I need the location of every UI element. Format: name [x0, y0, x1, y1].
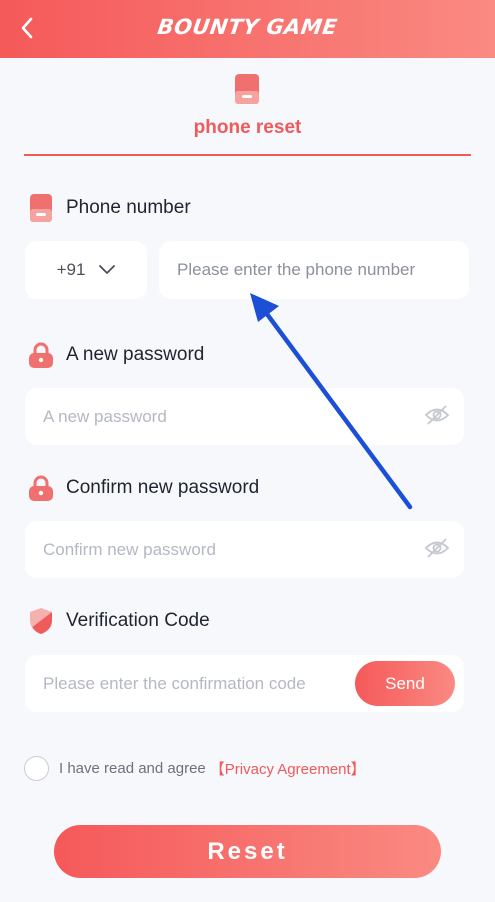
tab-underline [24, 154, 471, 156]
confirm-password-input[interactable] [43, 521, 408, 578]
app-header: BOUNTY GAME [0, 0, 495, 58]
reset-button[interactable]: Reset [54, 825, 441, 878]
app-logo: BOUNTY GAME [156, 15, 339, 39]
send-code-button[interactable]: Send [355, 661, 455, 706]
agree-checkbox[interactable] [24, 756, 49, 781]
country-code-select[interactable]: +91 [25, 241, 147, 299]
confirm-password-field[interactable] [25, 521, 464, 578]
phone-icon [235, 74, 259, 104]
tab-label: phone reset [193, 117, 302, 138]
shield-icon [30, 608, 52, 634]
confirm-password-label: Confirm new password [66, 477, 260, 498]
phone-icon [30, 194, 52, 222]
verification-label: Verification Code [66, 610, 210, 631]
lock-icon [29, 342, 53, 368]
tab-phone-reset[interactable]: phone reset [24, 70, 471, 156]
agreement-row: I have read and agree 【Privacy Agreement… [24, 756, 366, 781]
privacy-agreement-link[interactable]: 【Privacy Agreement】 [210, 758, 366, 779]
new-password-label-row: A new password [28, 342, 204, 368]
verification-label-row: Verification Code [28, 608, 210, 634]
verification-code-field[interactable]: Send [25, 655, 464, 712]
eye-hidden-icon[interactable] [424, 404, 450, 426]
phone-number-field[interactable] [159, 241, 469, 299]
phone-number-label: Phone number [66, 197, 191, 218]
lock-icon [29, 475, 53, 501]
phone-number-label-row: Phone number [28, 194, 191, 222]
new-password-field[interactable] [25, 388, 464, 445]
verification-code-input[interactable] [43, 655, 344, 712]
eye-hidden-icon[interactable] [424, 537, 450, 559]
chevron-down-icon [99, 265, 116, 274]
agreement-text: I have read and agree [59, 760, 206, 777]
confirm-password-label-row: Confirm new password [28, 475, 259, 501]
phone-number-input[interactable] [177, 241, 469, 299]
country-code-value: +91 [56, 260, 86, 279]
new-password-input[interactable] [43, 388, 408, 445]
new-password-label: A new password [66, 344, 205, 365]
